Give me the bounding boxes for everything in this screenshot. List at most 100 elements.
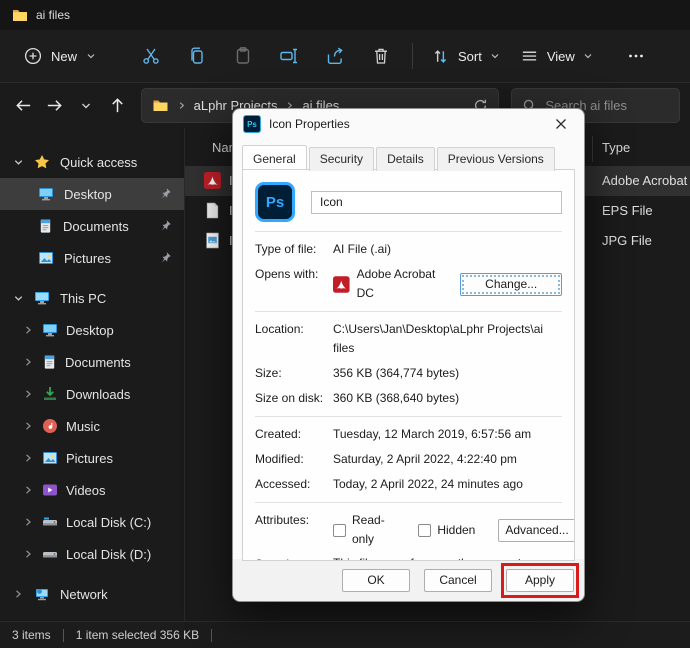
cut-button[interactable] [128, 37, 174, 75]
divider [255, 416, 562, 417]
unblock-checkbox[interactable] [542, 560, 555, 561]
jpg-file-icon [204, 232, 221, 249]
status-bar: 3 items 1 item selected 356 KB [0, 621, 690, 648]
advanced-button[interactable]: Advanced... [498, 518, 574, 542]
delete-button[interactable] [358, 37, 404, 75]
view-list-icon [522, 51, 537, 61]
more-options-button[interactable] [613, 37, 659, 75]
file-type: JPG File [602, 233, 652, 248]
divider [255, 231, 562, 232]
paste-button[interactable] [220, 37, 266, 75]
sort-icon [434, 49, 447, 63]
selection-summary: 1 item selected 356 KB [75, 628, 200, 642]
chevron-down-icon [81, 103, 90, 108]
sidebar-item-videos[interactable]: Videos [0, 474, 184, 506]
sidebar-item-label: Desktop [66, 322, 114, 338]
readonly-label: Read-only [352, 513, 385, 546]
share-button[interactable] [312, 37, 358, 75]
sidebar-item-downloads[interactable]: Downloads [0, 378, 184, 410]
tab-previous-versions[interactable]: Previous Versions [436, 147, 555, 171]
view-button[interactable]: View [510, 40, 603, 73]
folder-icon [12, 7, 28, 23]
recent-locations-button[interactable] [72, 91, 99, 121]
document-icon [44, 355, 55, 369]
chevron-right-icon[interactable] [22, 421, 34, 431]
command-toolbar: New Sort View [0, 30, 690, 83]
sort-button-label: Sort [458, 48, 482, 64]
close-button[interactable] [548, 113, 574, 135]
sidebar-item-pc-pictures[interactable]: Pictures [0, 442, 184, 474]
chevron-right-icon[interactable] [22, 453, 34, 463]
pictures-icon [43, 452, 57, 464]
toolbar-separator [412, 43, 414, 69]
paste-icon [236, 47, 250, 64]
cancel-button[interactable]: Cancel [424, 568, 492, 592]
chevron-right-icon[interactable] [22, 517, 34, 527]
sidebar-item-pictures[interactable]: Pictures [0, 242, 184, 274]
sidebar-item-local-disk-d[interactable]: Local Disk (D:) [0, 538, 184, 570]
sidebar-item-label: Downloads [66, 386, 131, 402]
readonly-checkbox[interactable] [333, 523, 346, 537]
field-label: Security: [255, 555, 333, 560]
field-label: Opens with: [255, 267, 319, 281]
scissors-icon [143, 48, 159, 64]
sidebar-item-pc-desktop[interactable]: Desktop [0, 314, 184, 346]
drive-icon [43, 552, 57, 558]
pictures-icon [39, 252, 53, 264]
plus-circle-icon [24, 47, 42, 65]
change-button[interactable]: Change... [460, 272, 562, 296]
sidebar-item-this-pc[interactable]: This PC [0, 282, 184, 314]
rename-button[interactable] [266, 37, 312, 75]
column-header-type[interactable]: Type [602, 140, 630, 155]
file-name-input[interactable] [311, 190, 562, 214]
apply-button[interactable]: Apply [506, 568, 574, 592]
sidebar-item-label: Videos [66, 482, 106, 498]
divider [255, 502, 562, 503]
chevron-down-icon[interactable] [12, 157, 24, 168]
field-value: 360 KB (368,640 bytes) [333, 391, 460, 405]
field-label: Modified: [255, 452, 304, 466]
attributes-row: Attributes: Read-only Hidden Advanced... [255, 511, 574, 549]
type-of-file-row: Type of file: AI File (.ai) [255, 240, 562, 259]
sidebar-item-music[interactable]: Music [0, 410, 184, 442]
sidebar-item-desktop[interactable]: Desktop [0, 178, 184, 210]
sidebar-item-local-disk-c[interactable]: Local Disk (C:) [0, 506, 184, 538]
field-label: Accessed: [255, 477, 311, 491]
chevron-right-icon[interactable] [22, 389, 34, 399]
sidebar-item-quick-access[interactable]: Quick access [0, 146, 184, 178]
forward-button[interactable] [41, 91, 68, 121]
sidebar-item-label: Local Disk (C:) [66, 514, 152, 530]
navigation-pane: Quick access Desktop Documents Pictures [0, 128, 185, 622]
up-button[interactable] [103, 91, 130, 121]
tab-details[interactable]: Details [376, 147, 435, 171]
chevron-right-icon[interactable] [22, 357, 34, 367]
tab-general[interactable]: General [242, 145, 307, 169]
column-divider[interactable] [592, 136, 593, 162]
chevron-right-icon[interactable] [22, 485, 34, 495]
sidebar-item-network[interactable]: Network [0, 578, 184, 610]
acrobat-app-icon [333, 275, 350, 293]
size-row: Size: 356 KB (364,774 bytes) [255, 364, 562, 383]
status-divider [62, 628, 64, 642]
sort-button[interactable]: Sort [421, 40, 510, 73]
chevron-down-icon[interactable] [12, 293, 24, 304]
network-icon [36, 589, 48, 601]
tab-security[interactable]: Security [308, 147, 375, 171]
music-icon [43, 419, 57, 433]
chevron-right-icon[interactable] [22, 549, 34, 559]
sidebar-item-pc-documents[interactable]: Documents [0, 346, 184, 378]
file-name-row: Ps [255, 182, 562, 222]
new-button[interactable]: New [14, 40, 106, 72]
sidebar-item-documents[interactable]: Documents [0, 210, 184, 242]
back-button[interactable] [10, 91, 37, 121]
hidden-checkbox[interactable] [418, 523, 432, 537]
chevron-right-icon[interactable] [12, 589, 24, 599]
copy-button[interactable] [174, 37, 220, 75]
star-icon [35, 155, 49, 169]
field-label: Size on disk: [255, 391, 324, 405]
chevron-right-icon[interactable] [22, 325, 34, 335]
new-button-label: New [51, 48, 78, 64]
field-value: Tuesday, 12 March 2019, 6:57:56 am [333, 427, 532, 441]
sidebar-item-label: Network [60, 586, 108, 602]
ok-button[interactable]: OK [342, 568, 410, 592]
